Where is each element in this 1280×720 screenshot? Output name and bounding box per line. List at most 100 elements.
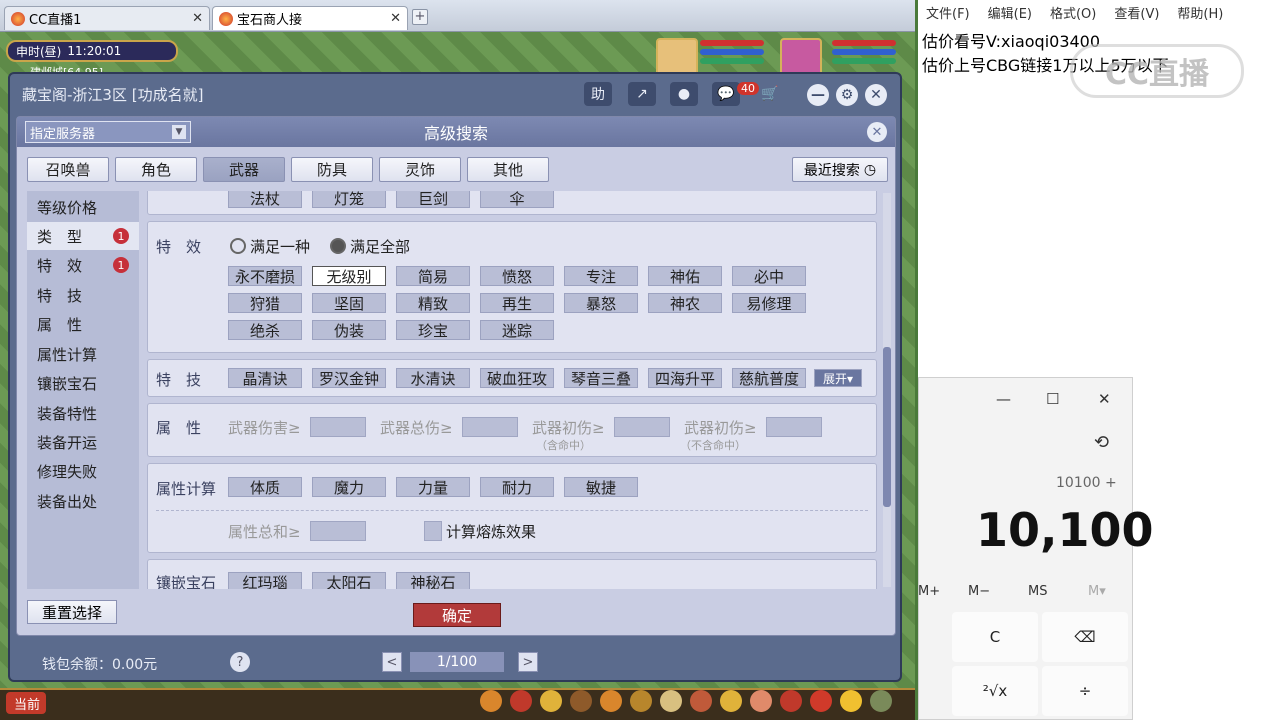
tab-characters[interactable]: 角色 — [115, 157, 197, 182]
sidebar-item-equip-source[interactable]: 装备出处 — [27, 487, 139, 515]
settings-icon[interactable]: ⚙ — [836, 84, 858, 106]
menu-edit[interactable]: 编辑(E) — [988, 3, 1032, 22]
effect-chip[interactable]: 绝杀 — [228, 320, 302, 340]
sidebar-item-attr-calc[interactable]: 属性计算 — [27, 340, 139, 368]
type-chip[interactable]: 灯笼 — [312, 191, 386, 208]
sidebar-item-type[interactable]: 类 型 1 — [27, 222, 139, 250]
weapon-damage-input[interactable] — [310, 417, 366, 437]
server-select[interactable]: 指定服务器 ▼ — [25, 121, 191, 143]
browser-tab-cc[interactable]: CC直播1 ✕ — [4, 6, 210, 30]
system-icon[interactable] — [660, 690, 682, 712]
scrollbar-thumb[interactable] — [883, 347, 891, 507]
expand-button[interactable]: 展开▾ — [814, 369, 862, 387]
attr-chip[interactable]: 敏捷 — [564, 477, 638, 497]
tab-pets[interactable]: 召唤兽 — [27, 157, 109, 182]
activity-icon[interactable] — [720, 690, 742, 712]
clear-button[interactable]: C — [952, 612, 1038, 662]
gem-chip[interactable]: 神秘石 — [396, 572, 470, 589]
calc-minimize-button[interactable]: — — [996, 390, 1011, 408]
bag-icon[interactable] — [480, 690, 502, 712]
attr-sum-input[interactable] — [310, 521, 366, 541]
sidebar-item-level-price[interactable]: 等级价格 — [27, 193, 139, 221]
sqrt-button[interactable]: ²√x — [952, 666, 1038, 716]
memory-store-button[interactable]: MS — [1028, 584, 1047, 599]
record-icon[interactable]: ● — [670, 82, 698, 106]
skill-chip[interactable]: 水清诀 — [396, 368, 470, 388]
skill-chip[interactable]: 慈航普度 — [732, 368, 806, 388]
gem-chip[interactable]: 红玛瑙 — [228, 572, 302, 589]
effect-chip[interactable]: 暴怒 — [564, 293, 638, 313]
dialog-close-button[interactable]: ✕ — [867, 122, 887, 142]
menu-format[interactable]: 格式(O) — [1050, 3, 1096, 22]
effect-chip[interactable]: 精致 — [396, 293, 470, 313]
effect-chip[interactable]: 简易 — [396, 266, 470, 286]
effect-chip[interactable]: 易修理 — [732, 293, 806, 313]
skill-chip[interactable]: 琴音三叠 — [564, 368, 638, 388]
quest-icon[interactable] — [600, 690, 622, 712]
reset-button[interactable]: 重置选择 — [27, 600, 117, 624]
close-icon[interactable]: ✕ — [390, 11, 401, 26]
effect-chip[interactable]: 伪装 — [312, 320, 386, 340]
minimize-button[interactable]: — — [807, 84, 829, 106]
refine-checkbox[interactable] — [424, 521, 442, 541]
sidebar-item-gems[interactable]: 镶嵌宝石 — [27, 369, 139, 397]
notepad-line[interactable]: 估价看号V:xiaoqi03400 — [922, 28, 1100, 52]
skill-chip[interactable]: 四海升平 — [648, 368, 722, 388]
close-button[interactable]: ✕ — [865, 84, 887, 106]
guild-icon[interactable] — [630, 690, 652, 712]
help-icon[interactable]: ? — [230, 652, 250, 672]
history-icon[interactable]: ⟲ — [1094, 432, 1109, 453]
sidebar-item-repair-fail[interactable]: 修理失败 — [27, 457, 139, 485]
team-icon[interactable] — [570, 690, 592, 712]
type-chip[interactable]: 法杖 — [228, 191, 302, 208]
skill-chip[interactable]: 罗汉金钟 — [312, 368, 386, 388]
friends-icon[interactable] — [690, 690, 712, 712]
effect-chip[interactable]: 愤怒 — [480, 266, 554, 286]
effect-chip[interactable]: 神农 — [648, 293, 722, 313]
shop-icon[interactable] — [750, 690, 772, 712]
tab-armor[interactable]: 防具 — [291, 157, 373, 182]
sidebar-item-skills[interactable]: 特 技 — [27, 281, 139, 309]
skill-chip[interactable]: 破血狂攻 — [480, 368, 554, 388]
type-chip[interactable]: 伞 — [480, 191, 554, 208]
effect-chip[interactable]: 迷踪 — [480, 320, 554, 340]
attr-chip[interactable]: 力量 — [396, 477, 470, 497]
weapon-initial-hit-input[interactable] — [614, 417, 670, 437]
radio-any[interactable] — [230, 238, 246, 254]
attr-chip[interactable]: 耐力 — [480, 477, 554, 497]
skill-chip[interactable]: 晶清诀 — [228, 368, 302, 388]
calc-close-button[interactable]: ✕ — [1098, 390, 1111, 408]
browser-tab-gem[interactable]: 宝石商人接 ✕ — [212, 6, 408, 30]
attr-chip[interactable]: 体质 — [228, 477, 302, 497]
memory-subtract-button[interactable]: M− — [968, 584, 990, 599]
tab-accessories[interactable]: 灵饰 — [379, 157, 461, 182]
effect-chip[interactable]: 再生 — [480, 293, 554, 313]
skill-icon[interactable] — [540, 690, 562, 712]
tab-weapons[interactable]: 武器 — [203, 157, 285, 182]
effect-chip[interactable]: 狩猎 — [228, 293, 302, 313]
close-icon[interactable]: ✕ — [192, 11, 203, 26]
tab-others[interactable]: 其他 — [467, 157, 549, 182]
sidebar-item-equip-traits[interactable]: 装备特性 — [27, 399, 139, 427]
calc-maximize-button[interactable]: ☐ — [1046, 390, 1059, 408]
effect-chip[interactable]: 专注 — [564, 266, 638, 286]
type-chip[interactable]: 巨剑 — [396, 191, 470, 208]
weapon-total-input[interactable] — [462, 417, 518, 437]
effect-chip-selected[interactable]: 无级别 — [312, 266, 386, 286]
sidebar-item-attributes[interactable]: 属 性 — [27, 310, 139, 338]
effect-chip[interactable]: 神佑 — [648, 266, 722, 286]
settings-icon[interactable] — [870, 690, 892, 712]
attr-chip[interactable]: 魔力 — [312, 477, 386, 497]
memory-list-button[interactable]: M▾ — [1088, 584, 1106, 599]
effect-chip[interactable]: 永不磨损 — [228, 266, 302, 286]
effect-chip[interactable]: 必中 — [732, 266, 806, 286]
weapon-initial-nohit-input[interactable] — [766, 417, 822, 437]
chat-icon[interactable]: 💬 — [712, 82, 740, 106]
backspace-button[interactable]: ⌫ — [1042, 612, 1128, 662]
sidebar-item-equip-luck[interactable]: 装备开运 — [27, 428, 139, 456]
menu-file[interactable]: 文件(F) — [926, 3, 970, 22]
gift-icon[interactable] — [510, 690, 532, 712]
next-page-button[interactable]: > — [518, 652, 538, 672]
notice-icon[interactable] — [810, 690, 832, 712]
cart-icon[interactable]: 🛒 — [756, 82, 784, 106]
